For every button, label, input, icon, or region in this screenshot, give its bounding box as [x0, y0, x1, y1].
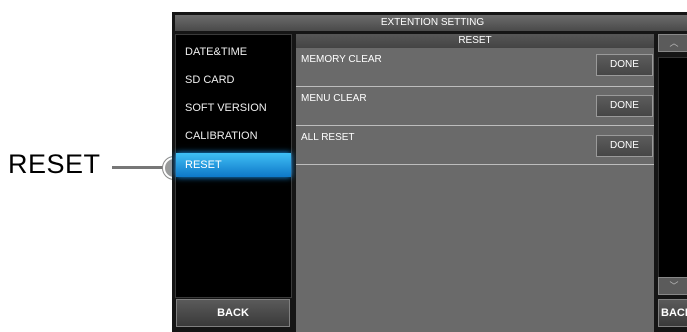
sidebar-item-sd-card[interactable]: SD CARD [176, 68, 291, 92]
row-all-reset: ALL RESET DONE [296, 126, 654, 165]
row-label: MEMORY CLEAR [301, 54, 382, 65]
back-button-right[interactable]: BACK [658, 299, 687, 327]
sidebar-menu: DATE&TIME SD CARD SOFT VERSION CALIBRATI… [175, 34, 292, 298]
row-memory-clear: MEMORY CLEAR DONE [296, 48, 654, 87]
row-label: ALL RESET [301, 132, 355, 143]
sidebar-item-reset[interactable]: RESET [176, 153, 291, 177]
scroll-track[interactable] [658, 57, 687, 290]
callout-label: RESET [8, 149, 101, 179]
scroll-down-button[interactable]: ﹀ [658, 277, 687, 295]
reset-panel: RESET MEMORY CLEAR DONE MENU CLEAR DONE … [296, 34, 654, 332]
right-column: ︿ ﹀ BACK [657, 34, 687, 332]
menu-clear-done-button[interactable]: DONE [596, 95, 653, 117]
memory-clear-done-button[interactable]: DONE [596, 54, 653, 76]
sidebar-item-calibration[interactable]: CALIBRATION [176, 124, 291, 148]
all-reset-done-button[interactable]: DONE [596, 135, 653, 157]
sidebar-item-date-time[interactable]: DATE&TIME [176, 40, 291, 64]
callout-line [112, 166, 170, 169]
panel-title: RESET [296, 34, 654, 48]
screen-title: EXTENTION SETTING [175, 15, 687, 31]
back-button[interactable]: BACK [176, 299, 290, 327]
scroll-up-button[interactable]: ︿ [658, 34, 687, 52]
row-label: MENU CLEAR [301, 93, 367, 104]
device-screen: EXTENTION SETTING DATE&TIME SD CARD SOFT… [172, 12, 687, 332]
sidebar-item-soft-version[interactable]: SOFT VERSION [176, 96, 291, 120]
row-menu-clear: MENU CLEAR DONE [296, 87, 654, 126]
